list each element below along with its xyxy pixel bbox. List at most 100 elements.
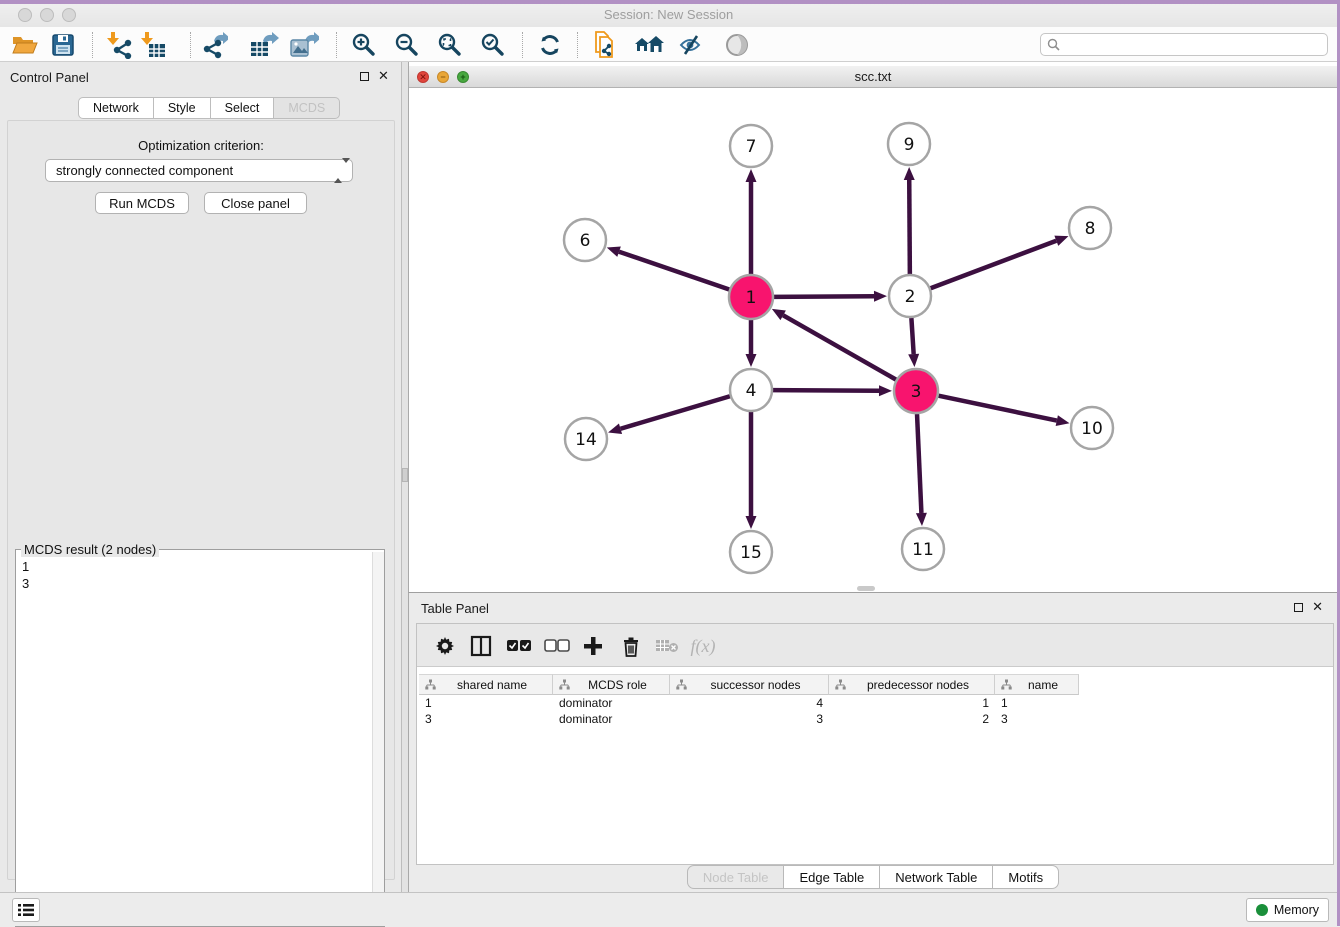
sitemap-icon [1001, 679, 1012, 690]
zoom-out-button[interactable] [392, 30, 422, 60]
graph-edge-3-10[interactable] [939, 396, 1057, 421]
hide-graphics-button[interactable] [677, 30, 707, 60]
export-image-button[interactable] [289, 30, 319, 60]
select-stepper-icon [334, 163, 344, 179]
criterion-select[interactable]: strongly connected component [45, 159, 353, 182]
table-row[interactable]: 3dominator323 [419, 711, 1079, 727]
graph-node-label: 10 [1081, 419, 1103, 439]
import-table-button[interactable] [138, 30, 168, 60]
control-panel-title: Control Panel [10, 70, 89, 85]
list-icon [17, 903, 35, 917]
zoom-in-icon [351, 32, 377, 58]
zoom-selected-icon [480, 32, 506, 58]
table-cell[interactable]: dominator [553, 695, 670, 711]
column-header-predecessor-nodes[interactable]: predecessor nodes [829, 674, 995, 695]
checked-boxes-icon [506, 639, 532, 653]
graph-node-label: 6 [580, 231, 591, 251]
select-all-button[interactable] [505, 632, 533, 660]
table-row[interactable]: 1dominator411 [419, 695, 1079, 711]
graph-edge-2-3[interactable] [911, 318, 913, 354]
graph-node-label: 8 [1085, 219, 1096, 239]
run-mcds-button[interactable]: Run MCDS [95, 192, 189, 214]
tab-node-table[interactable]: Node Table [687, 865, 785, 889]
mcds-result-box: MCDS result (2 nodes) 13 [15, 549, 385, 927]
table-cell[interactable]: 1 [419, 695, 553, 711]
tab-network[interactable]: Network [78, 97, 154, 119]
zoom-selected-button[interactable] [478, 30, 508, 60]
graph-node-label: 9 [904, 135, 915, 155]
table-settings-button[interactable] [431, 632, 459, 660]
table-cell[interactable]: dominator [553, 711, 670, 727]
mcds-panel: Optimization criterion: strongly connect… [7, 120, 395, 880]
main-toolbar [0, 27, 1337, 62]
clone-network-button[interactable] [590, 30, 620, 60]
graph-edge-4-3[interactable] [773, 390, 879, 391]
show-graphics-button[interactable] [722, 30, 752, 60]
graph-edge-2-8[interactable] [931, 241, 1057, 289]
tab-select[interactable]: Select [211, 97, 275, 119]
graph-node-label: 11 [912, 540, 934, 560]
columns-icon [470, 635, 492, 657]
neighbors-button[interactable] [634, 30, 664, 60]
column-header-shared-name[interactable]: shared name [419, 674, 553, 695]
open-session-button[interactable] [10, 30, 40, 60]
graph-edge-1-6[interactable] [619, 252, 729, 290]
clone-network-icon [592, 31, 618, 59]
graph-edge-arrowhead [904, 167, 915, 180]
mcds-result-scrollbar[interactable] [372, 552, 384, 924]
toolbar-separator [522, 32, 523, 58]
tab-motifs[interactable]: Motifs [993, 865, 1059, 889]
tab-style[interactable]: Style [154, 97, 211, 119]
search-input[interactable] [1040, 33, 1328, 56]
status-bar: Memory [0, 892, 1337, 926]
graph-edge-4-14[interactable] [621, 396, 730, 428]
table-cell[interactable]: 3 [670, 711, 829, 727]
table-cell[interactable]: 3 [419, 711, 553, 727]
show-columns-button[interactable] [467, 632, 495, 660]
graph-edge-arrowhead [746, 354, 757, 367]
float-panel-icon[interactable] [360, 72, 369, 81]
graph-edge-2-9[interactable] [909, 180, 910, 274]
close-panel-icon[interactable]: ✕ [378, 71, 389, 80]
create-column-button[interactable] [579, 632, 607, 660]
table-cell[interactable]: 3 [995, 711, 1079, 727]
close-panel-button[interactable]: Close panel [204, 192, 307, 214]
table-cell[interactable]: 4 [670, 695, 829, 711]
table-cell[interactable]: 1 [829, 695, 995, 711]
import-network-button[interactable] [104, 30, 134, 60]
task-history-button[interactable] [12, 898, 40, 922]
table-cell[interactable]: 1 [995, 695, 1079, 711]
deselect-all-button[interactable] [543, 632, 571, 660]
mcds-result-list: 13 [16, 558, 370, 926]
zoom-fit-button[interactable] [435, 30, 465, 60]
sitemap-icon [559, 679, 570, 690]
refresh-icon [537, 32, 563, 58]
close-table-panel-icon[interactable]: ✕ [1312, 602, 1323, 611]
float-table-panel-icon[interactable] [1294, 603, 1303, 612]
network-canvas[interactable]: 7968124314101511 [409, 88, 1337, 592]
tab-network-table[interactable]: Network Table [880, 865, 993, 889]
zoom-fit-icon [437, 32, 463, 58]
function-builder-button[interactable]: f(x) [689, 632, 717, 660]
column-header-successor-nodes[interactable]: successor nodes [670, 674, 829, 695]
canvas-scrollbar-thumb[interactable] [857, 586, 875, 591]
graph-edge-3-1[interactable] [783, 315, 896, 379]
column-header-MCDS-role[interactable]: MCDS role [553, 674, 670, 695]
graph-edge-3-11[interactable] [917, 414, 921, 513]
export-network-button[interactable] [199, 30, 229, 60]
column-header-name[interactable]: name [995, 674, 1079, 695]
delete-column-button[interactable] [617, 632, 645, 660]
table-cell[interactable]: 2 [829, 711, 995, 727]
memory-button[interactable]: Memory [1246, 898, 1329, 922]
graph-edge-1-2[interactable] [774, 296, 874, 297]
save-session-button[interactable] [48, 30, 78, 60]
export-table-icon [249, 31, 279, 59]
zoom-in-button[interactable] [349, 30, 379, 60]
export-table-button[interactable] [249, 30, 279, 60]
tab-edge-table[interactable]: Edge Table [784, 865, 880, 889]
tab-mcds[interactable]: MCDS [274, 97, 340, 119]
search-field [1040, 33, 1328, 56]
refresh-button[interactable] [535, 30, 565, 60]
criterion-value: strongly connected component [56, 163, 233, 178]
delete-table-button[interactable] [653, 632, 681, 660]
